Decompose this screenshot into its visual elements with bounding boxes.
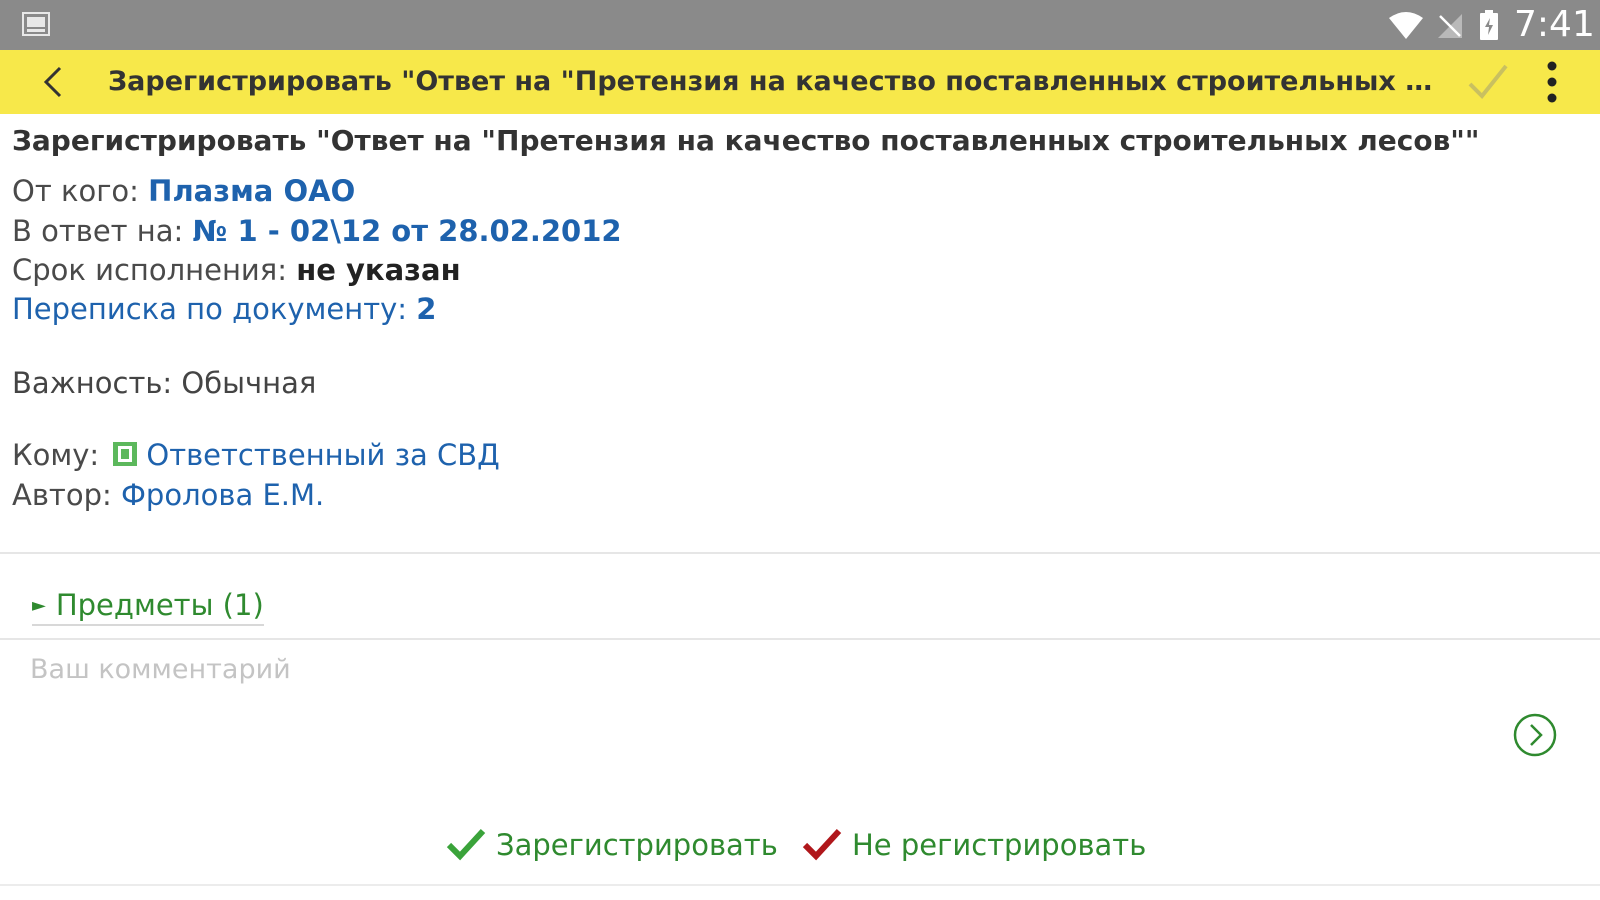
- divider: [0, 638, 1600, 640]
- importance-text: Важность: Обычная: [12, 366, 317, 400]
- from-row: От кого: Плазма ОАО: [12, 174, 355, 208]
- reject-label: Не регистрировать: [852, 828, 1147, 862]
- to-link[interactable]: Ответственный за СВД: [146, 438, 499, 472]
- check-green-icon: [446, 828, 486, 861]
- picture-icon: [22, 12, 50, 36]
- register-label: Зарегистрировать: [496, 828, 778, 862]
- app-toolbar: Зарегистрировать "Ответ на "Претензия на…: [0, 50, 1600, 114]
- items-label: Предметы (1): [55, 588, 264, 622]
- battery-icon: [1480, 10, 1498, 40]
- register-button[interactable]: Зарегистрировать: [446, 820, 778, 870]
- in-reply-label: В ответ на:: [12, 214, 193, 248]
- no-signal-icon: [1438, 14, 1462, 38]
- document-title: Зарегистрировать "Ответ на "Претензия на…: [12, 124, 1480, 157]
- to-label: Кому:: [12, 438, 109, 472]
- expand-arrow-icon: ►: [32, 595, 46, 616]
- wifi-icon: [1389, 12, 1423, 39]
- correspondence-label[interactable]: Переписка по документу:: [12, 292, 416, 326]
- author-link[interactable]: Фролова Е.М.: [121, 478, 324, 512]
- back-arrow-icon[interactable]: [36, 64, 72, 100]
- action-bar: Зарегистрировать Не регистрировать: [0, 820, 1600, 870]
- reject-button[interactable]: Не регистрировать: [802, 820, 1146, 870]
- role-icon: [113, 442, 138, 466]
- check-red-icon: [802, 828, 842, 861]
- to-row: Кому: Ответственный за СВД: [12, 438, 500, 472]
- author-row: Автор: Фролова Е.М.: [12, 478, 324, 512]
- toolbar-title: Зарегистрировать "Ответ на "Претензия на…: [108, 66, 1438, 97]
- correspondence-count[interactable]: 2: [416, 292, 436, 326]
- send-icon[interactable]: [1512, 712, 1558, 758]
- more-vert-icon[interactable]: [1538, 58, 1566, 106]
- deadline-value: не указан: [296, 253, 461, 287]
- items-expander[interactable]: ► Предметы (1): [32, 588, 264, 626]
- from-label: От кого:: [12, 174, 149, 208]
- in-reply-row: В ответ на: № 1 - 02\12 от 28.02.2012: [12, 214, 622, 248]
- deadline-label: Срок исполнения:: [12, 253, 297, 287]
- status-bar: 7:41: [0, 0, 1600, 50]
- checkmark-icon[interactable]: [1466, 62, 1510, 102]
- in-reply-link[interactable]: № 1 - 02\12 от 28.02.2012: [193, 214, 622, 248]
- from-link[interactable]: Плазма ОАО: [148, 174, 355, 208]
- comment-input[interactable]: [30, 654, 1490, 784]
- deadline-row: Срок исполнения: не указан: [12, 253, 461, 287]
- author-label: Автор:: [12, 478, 121, 512]
- divider: [0, 552, 1600, 554]
- bottom-divider: [0, 884, 1600, 886]
- clock: 7:41: [1514, 4, 1595, 45]
- correspondence-link[interactable]: Переписка по документу: 2: [12, 292, 436, 326]
